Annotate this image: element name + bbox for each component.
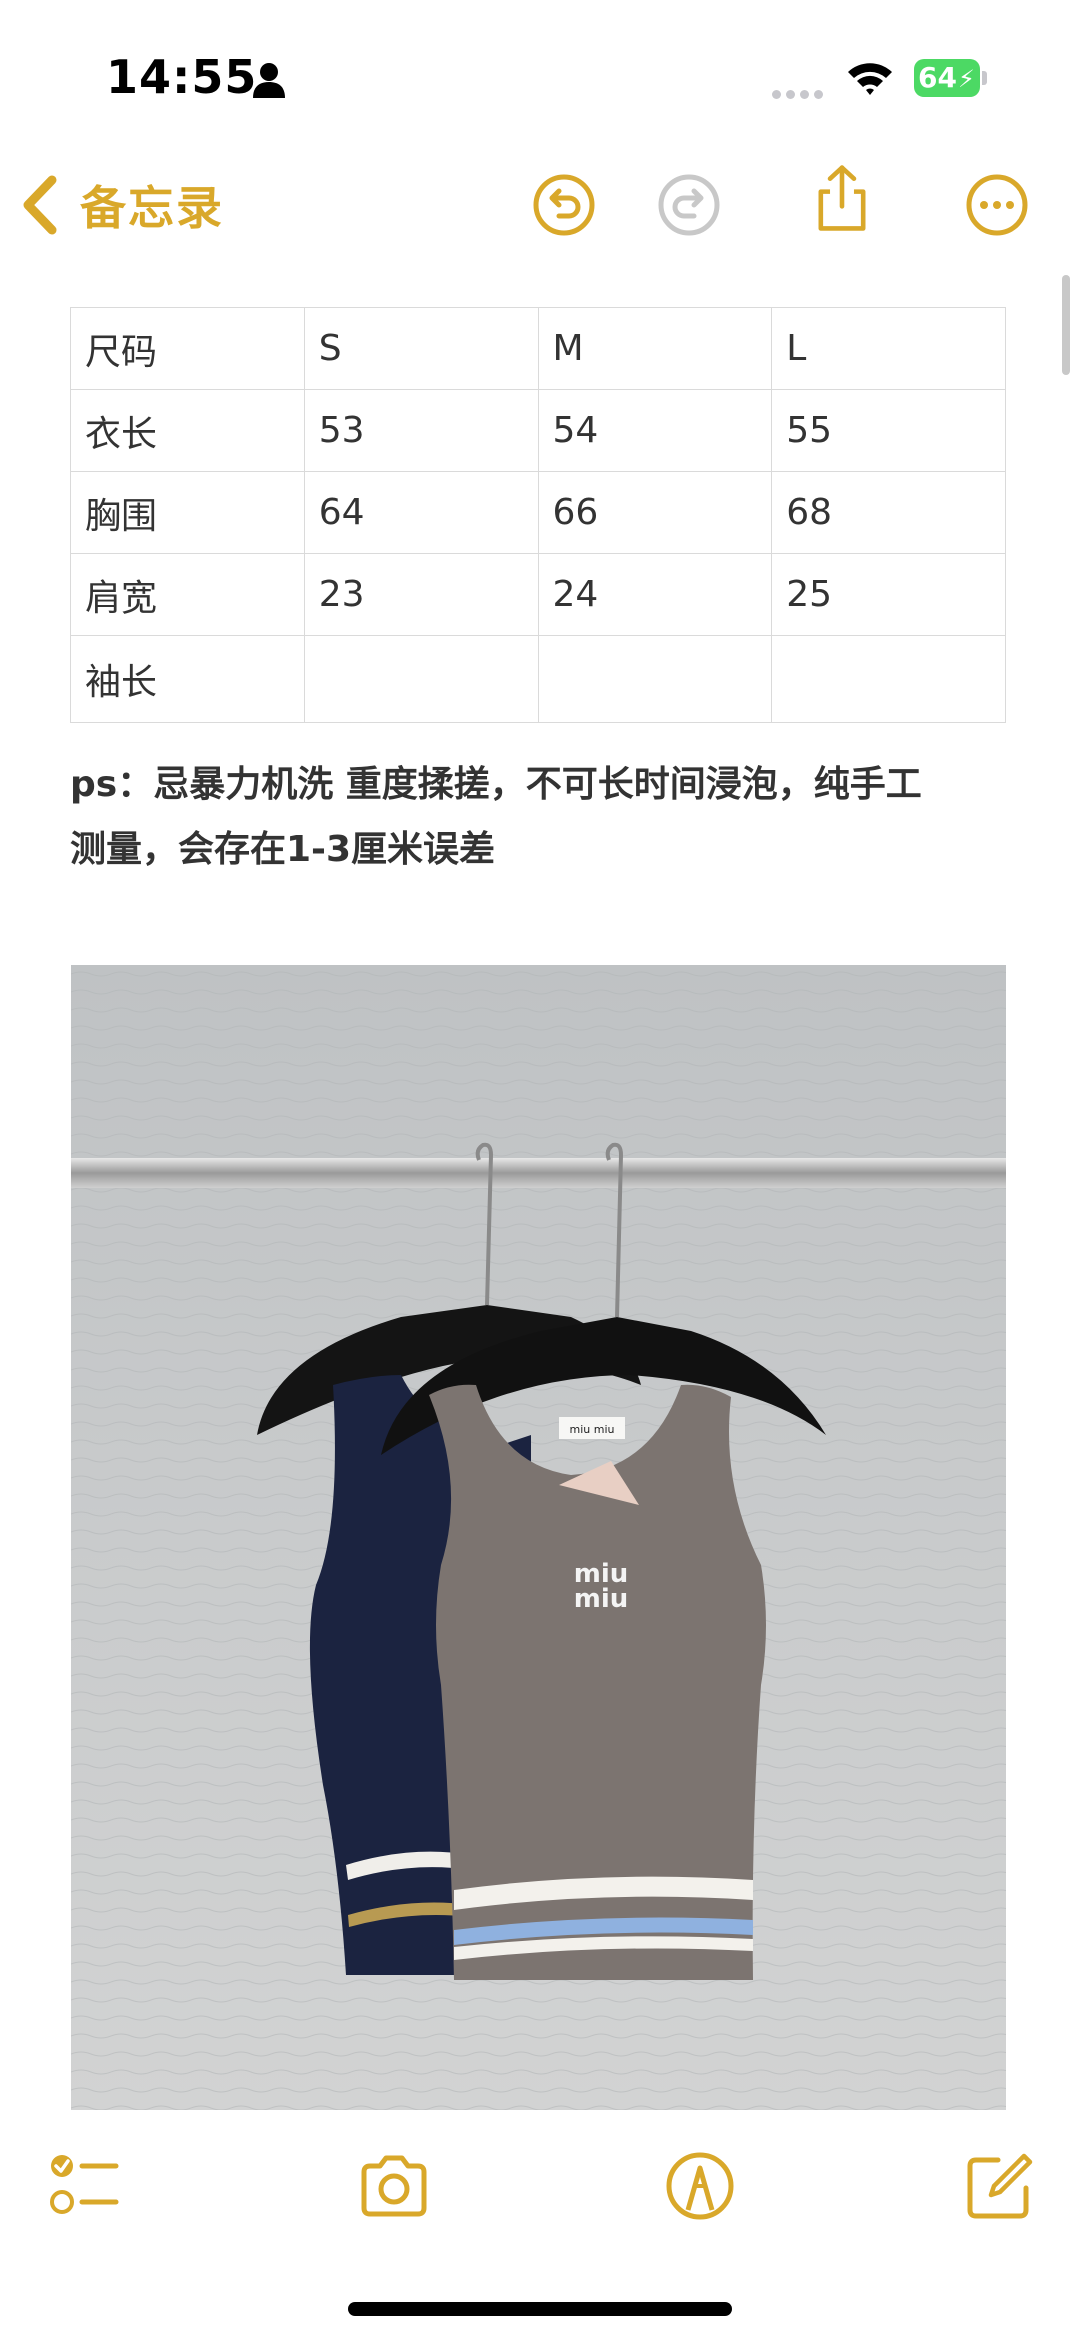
photo-drawing: miu miu miu miu <box>71 965 1006 2110</box>
table-cell[interactable] <box>771 635 1006 723</box>
neck-label: miu miu <box>570 1423 615 1436</box>
status-time: 14:55 <box>106 50 258 104</box>
table-row: 袖长 <box>70 635 1006 723</box>
bottom-toolbar <box>0 2115 1080 2295</box>
table-cell[interactable]: L <box>771 307 1006 390</box>
table-cell[interactable]: 尺码 <box>70 307 305 390</box>
table-row: 尺码 S M L <box>70 307 1006 390</box>
markup-icon[interactable] <box>664 2150 736 2222</box>
table-cell[interactable]: 68 <box>771 471 1006 554</box>
checklist-icon[interactable] <box>48 2150 120 2222</box>
scroll-indicator[interactable] <box>1062 275 1070 375</box>
undo-icon[interactable] <box>529 170 599 240</box>
chest-logo-line2: miu <box>574 1584 629 1614</box>
wifi-icon <box>848 63 892 95</box>
table-cell[interactable] <box>537 635 773 723</box>
note-line: 测量，会存在1-3厘米误差 <box>70 829 496 870</box>
status-bar: 14:55 64 ⚡ <box>0 0 1080 150</box>
table-cell[interactable]: 肩宽 <box>70 553 305 636</box>
table-cell[interactable]: 23 <box>303 553 539 636</box>
table-cell[interactable]: S <box>303 307 539 390</box>
table-cell[interactable]: 53 <box>303 389 539 472</box>
battery-level: 64 <box>918 61 957 94</box>
table-row: 衣长 53 54 55 <box>70 389 1006 472</box>
table-cell[interactable]: 25 <box>771 553 1006 636</box>
redo-icon[interactable] <box>654 170 724 240</box>
table-cell[interactable]: 54 <box>537 389 773 472</box>
table-cell[interactable]: 24 <box>537 553 773 636</box>
note-line: ps：忌暴力机洗 重度揉搓，不可长时间浸泡，纯手工 <box>70 764 922 805</box>
table-cell[interactable]: 66 <box>537 471 773 554</box>
share-icon[interactable] <box>807 164 877 234</box>
table-cell[interactable]: 55 <box>771 389 1006 472</box>
home-indicator[interactable] <box>348 2302 732 2316</box>
table-row: 肩宽 23 24 25 <box>70 553 1006 636</box>
table-cell[interactable]: 衣长 <box>70 389 305 472</box>
product-photo[interactable]: miu miu miu miu <box>71 965 1006 2110</box>
person-icon <box>253 63 285 98</box>
table-cell[interactable]: 64 <box>303 471 539 554</box>
size-table: 尺码 S M L 衣长 53 54 55 胸围 64 66 68 肩宽 23 2… <box>70 307 1006 723</box>
nav-bar: 备忘录 <box>0 150 1080 270</box>
note-body[interactable]: ps：忌暴力机洗 重度揉搓，不可长时间浸泡，纯手工 测量，会存在1-3厘米误差 <box>70 752 1010 882</box>
back-button[interactable]: 备忘录 <box>20 170 224 240</box>
table-cell[interactable]: M <box>537 307 773 390</box>
compose-icon[interactable] <box>964 2150 1036 2222</box>
battery-icon: 64 ⚡ <box>914 59 988 97</box>
chevron-left-icon <box>23 175 57 235</box>
back-label: 备忘录 <box>80 181 224 235</box>
table-row: 胸围 64 66 68 <box>70 471 1006 554</box>
table-cell[interactable]: 胸围 <box>70 471 305 554</box>
signal-icon <box>772 84 828 103</box>
camera-icon[interactable] <box>358 2150 430 2222</box>
table-cell[interactable] <box>303 635 539 723</box>
table-cell[interactable]: 袖长 <box>70 635 305 723</box>
more-icon[interactable] <box>962 170 1032 240</box>
notes-screen: 14:55 64 ⚡ 备忘录 尺码 S M L 衣长 53 54 55 胸围 6… <box>0 0 1080 2341</box>
